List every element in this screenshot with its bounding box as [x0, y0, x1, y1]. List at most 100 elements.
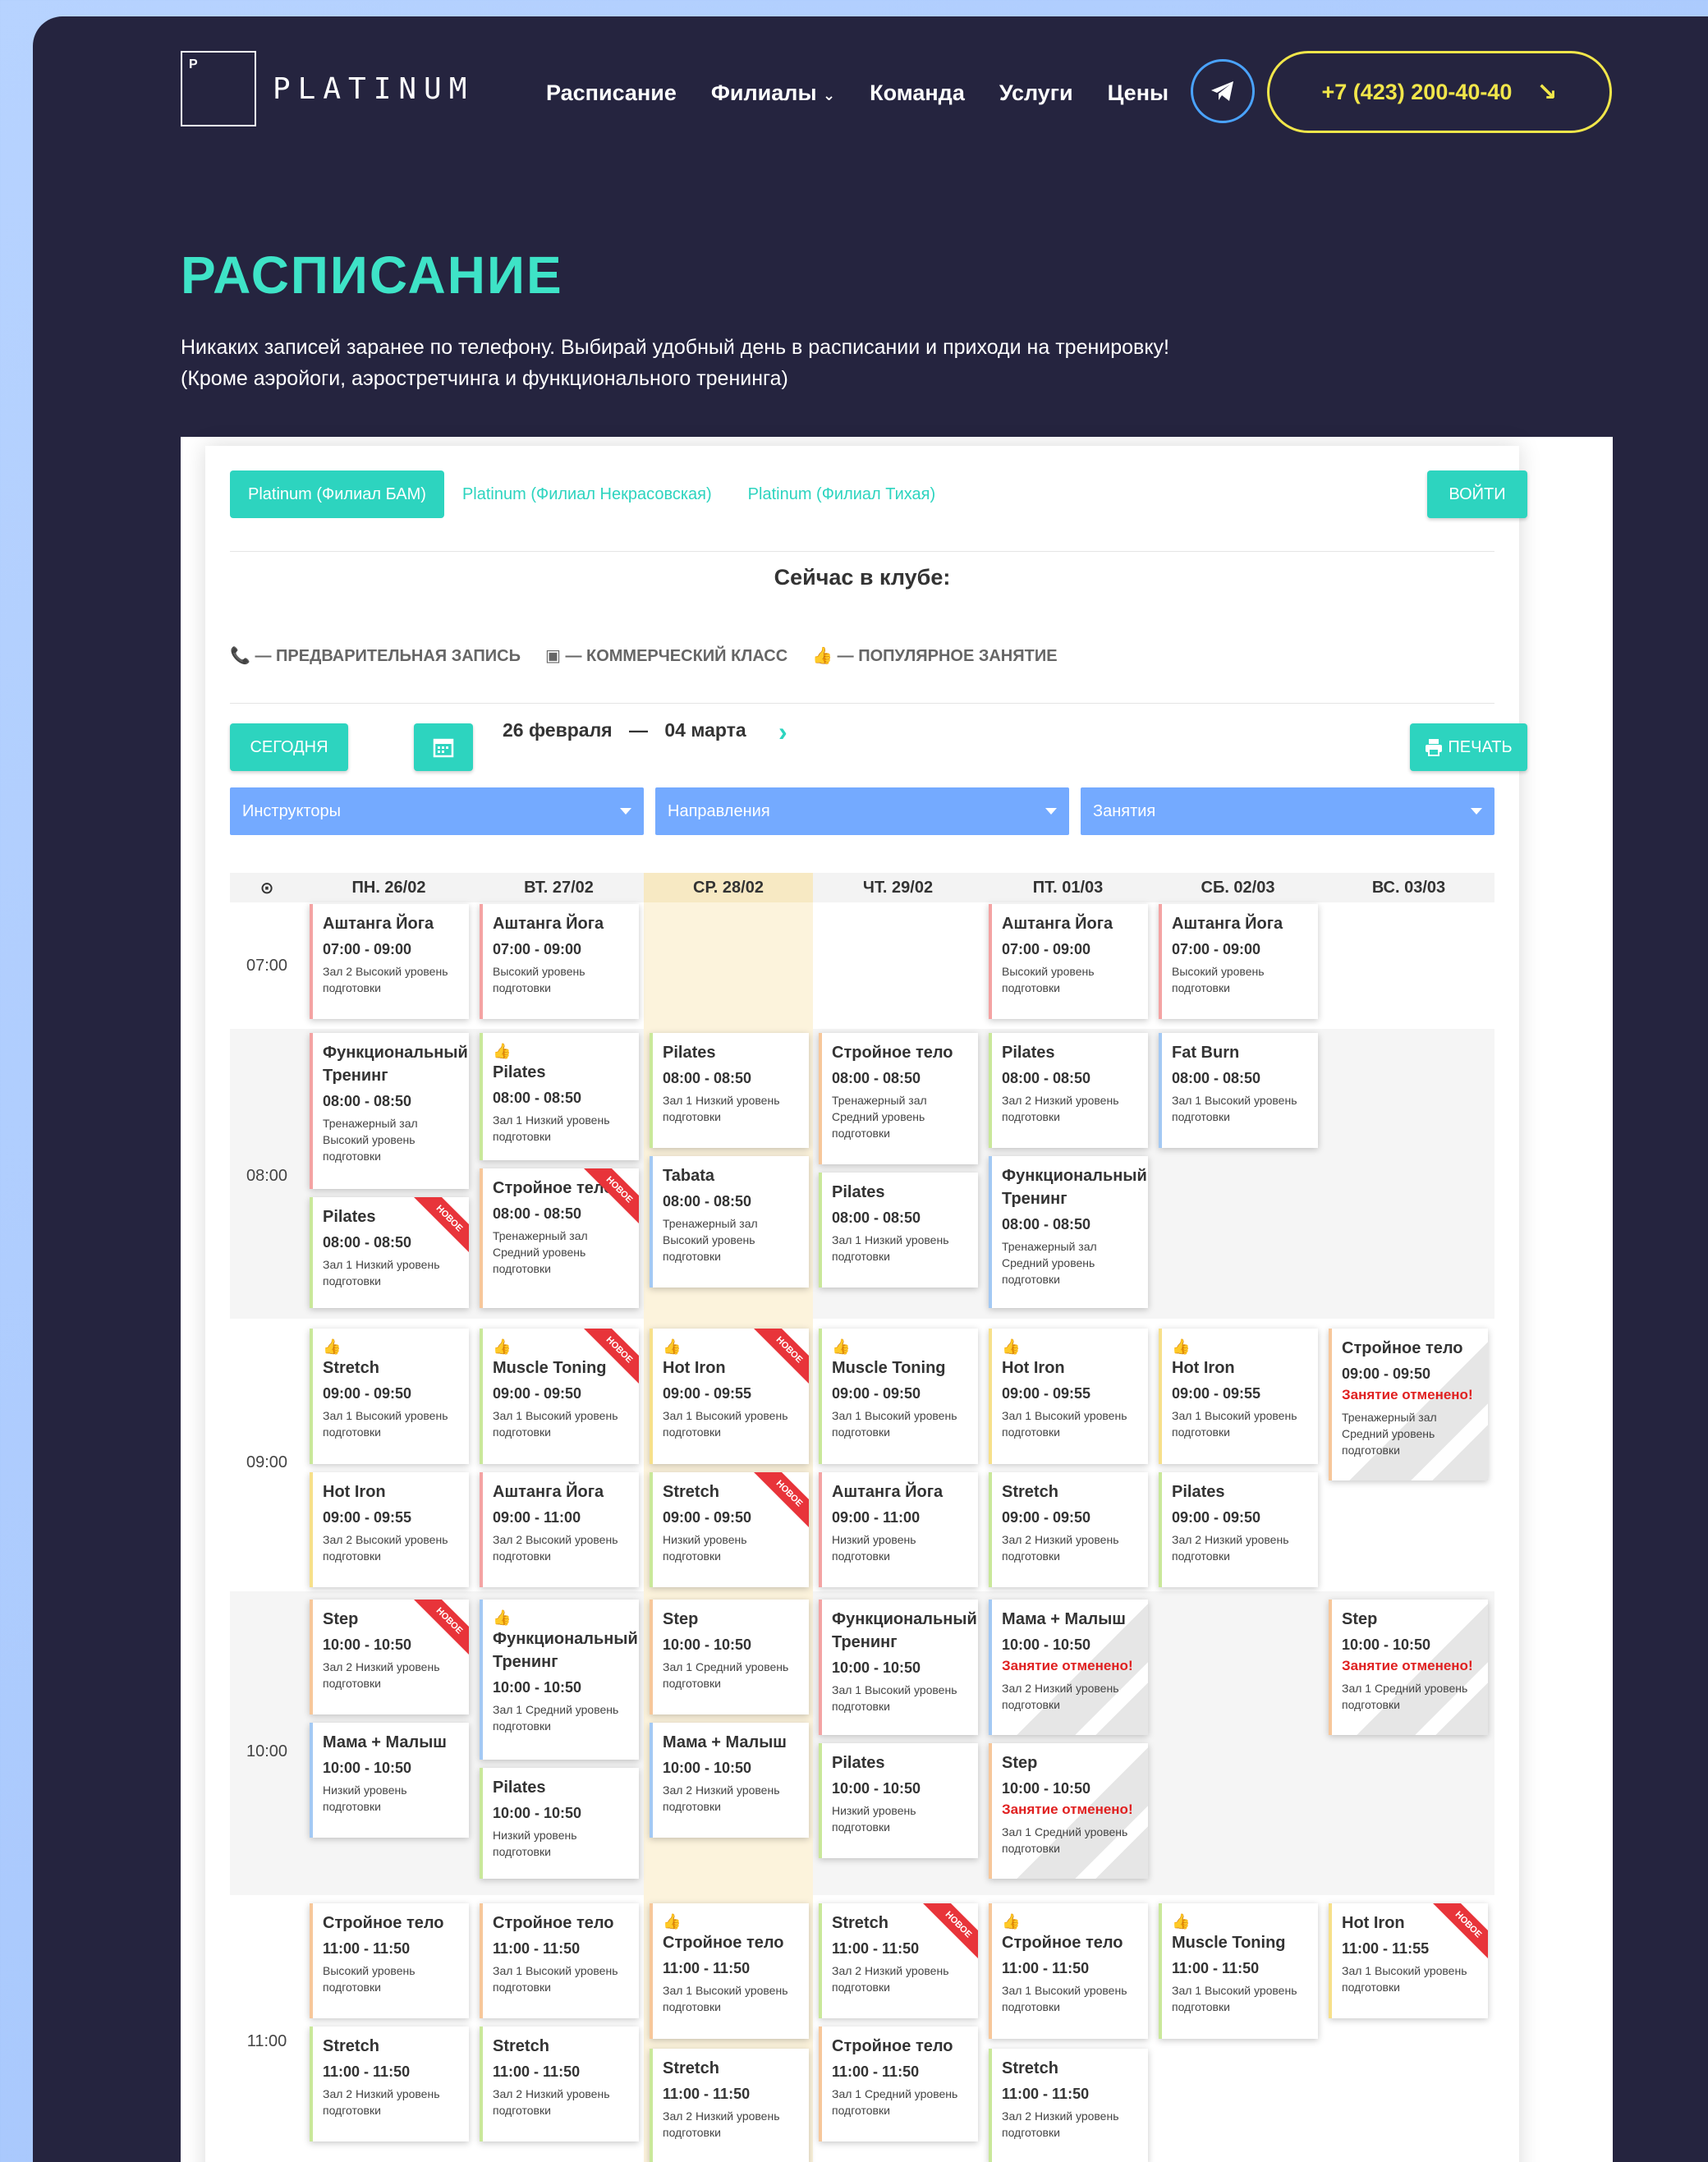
class-card[interactable]: Stretch 11:00 - 11:50 Зал 2 Низкий уровень… — [480, 2027, 639, 2141]
class-name: Muscle Toning — [832, 1359, 946, 1377]
class-time: 08:00 - 08:50 — [1172, 1070, 1261, 1086]
class-card[interactable]: Аштанга Йога 07:00 - 09:00 Высокий уровень… — [1159, 904, 1318, 1019]
class-name: Muscle Toning — [1172, 1934, 1286, 1952]
day-header-wed: СР. 28/02 — [644, 873, 813, 902]
filter-instructors[interactable]: Инструкторы — [230, 787, 644, 835]
class-card[interactable]: Hot Iron 11:00 - 11:55 Зал 1 Высокий урове… — [1329, 1903, 1488, 2018]
class-card[interactable]: Стройное тело 11:00 - 11:50 Зал 1 Высокий … — [480, 1903, 639, 2018]
class-card[interactable]: Мама + Малыш 10:00 - 10:50 Зал 2 Низкий ур… — [650, 1723, 809, 1838]
class-card[interactable]: Stretch 09:00 - 09:50 Зал 2 Низкий уровень… — [989, 1472, 1148, 1587]
login-button[interactable]: ВОЙТИ — [1427, 470, 1527, 518]
class-card[interactable]: 👍 Muscle Toning 09:00 - 09:50 Зал 1 Высокий… — [819, 1329, 978, 1464]
nav-prices[interactable]: Цены — [1108, 80, 1169, 106]
class-card[interactable]: 👍 Стройное тело 11:00 - 11:50 Зал 1 Высокий… — [650, 1903, 809, 2039]
class-card[interactable]: Функциональный Тренинг 08:00 - 08:50 Трена… — [310, 1033, 469, 1189]
class-card[interactable]: Функциональный Тренинг 08:00 - 08:50 Трена… — [989, 1156, 1148, 1308]
class-card[interactable]: Стройное тело 08:00 - 08:50 Тренажерный за… — [819, 1033, 978, 1164]
class-card[interactable]: 👍 Hot Iron 09:00 - 09:55 Зал 1 Высокий уров… — [1159, 1329, 1318, 1464]
class-card[interactable]: Аштанга Йога 07:00 - 09:00 Высокий уровень… — [989, 904, 1148, 1019]
class-name: Stretch — [323, 1359, 379, 1377]
nav-branches-label: Филиалы — [710, 80, 817, 105]
class-card[interactable]: Stretch 11:00 - 11:50 Зал 2 Низкий уровень… — [989, 2049, 1148, 2162]
class-card[interactable]: Fat Burn 08:00 - 08:50 Зал 1 Высокий урове… — [1159, 1033, 1318, 1148]
class-card[interactable]: Pilates 08:00 - 08:50 Зал 1 Низкий уровень… — [819, 1173, 978, 1288]
class-card[interactable]: Pilates 08:00 - 08:50 Зал 2 Низкий уровень… — [989, 1033, 1148, 1148]
phone-button[interactable]: +7 (423) 200-40-40 ↘ — [1267, 51, 1612, 133]
class-card[interactable]: Стройное тело 11:00 - 11:50 Высокий уровен… — [310, 1903, 469, 2018]
class-room: Зал 1 Высокий уровень подготовки — [663, 1984, 788, 2013]
class-card[interactable]: Функциональный Тренинг 10:00 - 10:50 Зал 1… — [819, 1600, 978, 1735]
class-room: Низкий уровень подготовки — [832, 1533, 916, 1563]
class-card[interactable]: Pilates 08:00 - 08:50 Зал 1 Низкий уровень… — [650, 1033, 809, 1148]
class-name: Аштанга Йога — [493, 1483, 604, 1501]
class-name: Стройное тело — [1002, 1934, 1123, 1952]
class-card[interactable]: Step 10:00 - 10:50 Зал 1 Средний уровень п… — [650, 1600, 809, 1714]
arrow-icon: ↘ — [1536, 78, 1558, 106]
class-card[interactable]: Pilates 10:00 - 10:50 Низкий уровень подго… — [480, 1768, 639, 1879]
class-card[interactable]: Мама + Малыш 10:00 - 10:50 Низкий уровень … — [310, 1723, 469, 1838]
nav-branches[interactable]: Филиалы ⌄ — [711, 80, 835, 106]
class-card[interactable]: 👍 Функциональный Тренинг 10:00 - 10:50 Зал … — [480, 1600, 639, 1760]
next-week-chevron-icon[interactable]: › — [778, 717, 787, 747]
class-card[interactable]: Аштанга Йога 07:00 - 09:00 Высокий уровень… — [480, 904, 639, 1019]
class-card[interactable]: Аштанга Йога 09:00 - 11:00 Низкий уровень … — [819, 1472, 978, 1587]
tab-bam[interactable]: Platinum (Филиал БАМ) — [230, 470, 444, 518]
class-room: Зал 1 Низкий уровень подготовки — [832, 1233, 949, 1263]
class-name: Мама + Малыш — [1002, 1610, 1126, 1628]
class-card[interactable]: Мама + Малыш 10:00 - 10:50 Занятие отменен… — [989, 1600, 1148, 1735]
nav-schedule[interactable]: Расписание — [546, 80, 677, 106]
tab-tikhaya[interactable]: Platinum (Филиал Тихая) — [730, 470, 954, 518]
calendar-button[interactable] — [414, 723, 473, 771]
class-card[interactable]: 👍 Hot Iron 09:00 - 09:55 Зал 1 Высокий уров… — [989, 1329, 1148, 1464]
logo[interactable]: P PLATINUM — [181, 51, 474, 126]
class-room: Высокий уровень подготовки — [493, 965, 585, 994]
class-card[interactable]: 👍 Pilates 08:00 - 08:50 Зал 1 Низкий уровен… — [480, 1033, 639, 1160]
print-button[interactable]: ПЕЧАТЬ — [1410, 723, 1527, 771]
nav-services[interactable]: Услуги — [999, 80, 1073, 106]
class-name: Стройное тело — [1342, 1339, 1463, 1357]
class-room: Зал 1 Высокий уровень подготовки — [493, 1964, 618, 1994]
class-card[interactable]: 👍 Muscle Toning 11:00 - 11:50 Зал 1 Высокий… — [1159, 1903, 1318, 2039]
class-card[interactable]: Hot Iron 09:00 - 09:55 Зал 2 Высокий урове… — [310, 1472, 469, 1587]
day-header-sun: ВС. 03/03 — [1323, 873, 1494, 902]
class-time: 10:00 - 10:50 — [1342, 1636, 1431, 1653]
class-card[interactable]: Pilates 10:00 - 10:50 Низкий уровень подго… — [819, 1743, 978, 1858]
class-card[interactable]: Стройное тело 11:00 - 11:50 Зал 1 Средний … — [819, 2027, 978, 2141]
class-card[interactable]: Step 10:00 - 10:50 Зал 2 Низкий уровень по… — [310, 1600, 469, 1714]
popular-thumb-icon: 👍 — [493, 1043, 512, 1059]
nav-team[interactable]: Команда — [870, 80, 965, 106]
class-card[interactable]: Step 10:00 - 10:50 Занятие отменено! Зал 1 … — [989, 1743, 1148, 1879]
class-name: Hot Iron — [663, 1359, 726, 1377]
class-card[interactable]: Pilates 09:00 - 09:50 Зал 2 Низкий уровень… — [1159, 1472, 1318, 1587]
logo-mark: P — [181, 51, 256, 126]
class-room: Низкий уровень подготовки — [663, 1533, 747, 1563]
class-card[interactable]: 👍 Muscle Toning 09:00 - 09:50 Зал 1 Высокий… — [480, 1329, 639, 1464]
class-card[interactable]: Stretch 11:00 - 11:50 Зал 2 Низкий уровень… — [650, 2049, 809, 2162]
class-room: Зал 2 Низкий уровень подготовки — [1002, 1682, 1119, 1711]
telegram-button[interactable] — [1191, 59, 1255, 123]
class-card[interactable]: Step 10:00 - 10:50 Занятие отменено! Зал 1 … — [1329, 1600, 1488, 1735]
class-card[interactable]: Tabata 08:00 - 08:50 Тренажерный зал Высок… — [650, 1156, 809, 1288]
class-room: Зал 1 Высокий уровень подготовки — [1172, 1094, 1297, 1123]
filter-directions[interactable]: Направления — [655, 787, 1069, 835]
tab-nekrasovskaya[interactable]: Platinum (Филиал Некрасовская) — [444, 470, 730, 518]
class-time: 10:00 - 10:50 — [323, 1760, 412, 1776]
class-card[interactable]: Аштанга Йога 09:00 - 11:00 Зал 2 Высокий у… — [480, 1472, 639, 1587]
class-card[interactable]: Stretch 11:00 - 11:50 Зал 2 Низкий уровень… — [819, 1903, 978, 2018]
class-name: Аштанга Йога — [832, 1483, 944, 1501]
today-button[interactable]: СЕГОДНЯ — [230, 723, 348, 771]
class-card[interactable]: Stretch 09:00 - 09:50 Низкий уровень подго… — [650, 1472, 809, 1587]
class-card[interactable]: Аштанга Йога 07:00 - 09:00 Зал 2 Высокий у… — [310, 904, 469, 1019]
class-card[interactable]: Pilates 08:00 - 08:50 Зал 1 Низкий уровень… — [310, 1197, 469, 1308]
now-in-club: Сейчас в клубе: — [774, 565, 951, 590]
filter-classes[interactable]: Занятия — [1081, 787, 1494, 835]
class-name: Аштанга Йога — [1002, 915, 1113, 933]
class-room: Зал 2 Низкий уровень подготовки — [663, 2109, 780, 2139]
class-card[interactable]: Стройное тело 08:00 - 08:50 Тренажерный за… — [480, 1168, 639, 1308]
class-card[interactable]: 👍 Стройное тело 11:00 - 11:50 Зал 1 Высокий… — [989, 1903, 1148, 2039]
class-card[interactable]: 👍 Stretch 09:00 - 09:50 Зал 1 Высокий урове… — [310, 1329, 469, 1464]
class-card[interactable]: 👍 Hot Iron 09:00 - 09:55 Зал 1 Высокий уров… — [650, 1329, 809, 1464]
class-card[interactable]: Stretch 11:00 - 11:50 Зал 2 Низкий уровень… — [310, 2027, 469, 2141]
class-time: 10:00 - 10:50 — [663, 1760, 752, 1776]
class-card[interactable]: Стройное тело 09:00 - 09:50 Занятие отмене… — [1329, 1329, 1488, 1480]
